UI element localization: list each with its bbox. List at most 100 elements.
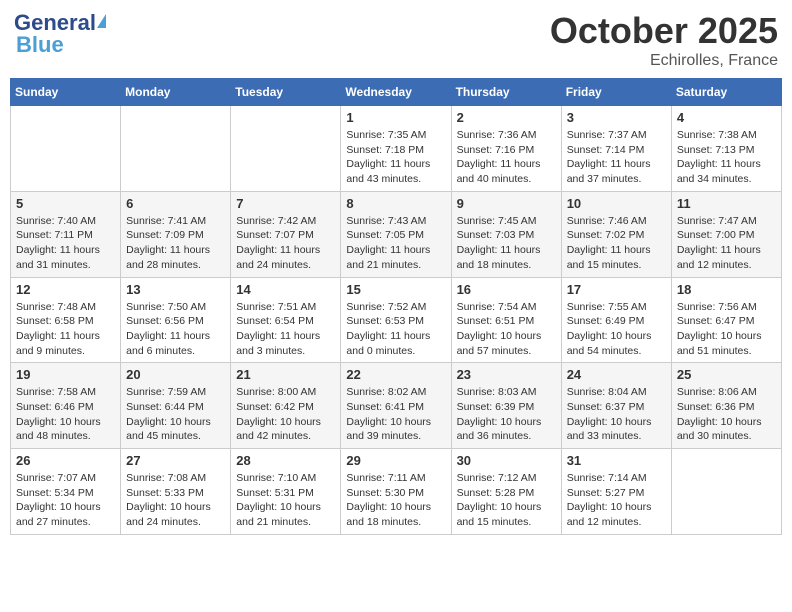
day-number: 21 xyxy=(236,367,335,382)
day-number: 5 xyxy=(16,196,115,211)
day-info: Sunrise: 7:37 AMSunset: 7:14 PMDaylight:… xyxy=(567,128,666,187)
day-info: Sunrise: 7:38 AMSunset: 7:13 PMDaylight:… xyxy=(677,128,776,187)
day-info: Sunrise: 7:48 AMSunset: 6:58 PMDaylight:… xyxy=(16,300,115,359)
calendar-cell: 30Sunrise: 7:12 AMSunset: 5:28 PMDayligh… xyxy=(451,449,561,535)
calendar-week-1: 1 Sunrise: 7:35 AMSunset: 7:18 PMDaylight… xyxy=(11,106,782,192)
calendar-table: Sunday Monday Tuesday Wednesday Thursday… xyxy=(10,78,782,535)
day-number: 29 xyxy=(346,453,445,468)
calendar-header-row: Sunday Monday Tuesday Wednesday Thursday… xyxy=(11,79,782,106)
calendar-cell: 16Sunrise: 7:54 AMSunset: 6:51 PMDayligh… xyxy=(451,277,561,363)
calendar-cell: 11 Sunrise: 7:47 AMSunset: 7:00 PMDayligh… xyxy=(671,191,781,277)
calendar-cell: 1 Sunrise: 7:35 AMSunset: 7:18 PMDaylight… xyxy=(341,106,451,192)
calendar-cell: 9 Sunrise: 7:45 AMSunset: 7:03 PMDaylight… xyxy=(451,191,561,277)
day-number: 19 xyxy=(16,367,115,382)
calendar-cell: 2 Sunrise: 7:36 AMSunset: 7:16 PMDaylight… xyxy=(451,106,561,192)
day-number: 28 xyxy=(236,453,335,468)
calendar-cell: 23Sunrise: 8:03 AMSunset: 6:39 PMDayligh… xyxy=(451,363,561,449)
day-info: Sunrise: 7:14 AMSunset: 5:27 PMDaylight:… xyxy=(567,471,666,530)
calendar-cell: 19 Sunrise: 7:58 AMSunset: 6:46 PMDayligh… xyxy=(11,363,121,449)
location-subtitle: Echirolles, France xyxy=(550,52,778,70)
day-info: Sunrise: 7:11 AMSunset: 5:30 PMDaylight:… xyxy=(346,471,445,530)
day-info: Sunrise: 7:55 AMSunset: 6:49 PMDaylight:… xyxy=(567,300,666,359)
day-number: 27 xyxy=(126,453,225,468)
day-number: 3 xyxy=(567,110,666,125)
calendar-cell xyxy=(671,449,781,535)
day-info: Sunrise: 8:00 AMSunset: 6:42 PMDaylight:… xyxy=(236,385,335,444)
day-number: 15 xyxy=(346,282,445,297)
day-info: Sunrise: 7:52 AMSunset: 6:53 PMDaylight:… xyxy=(346,300,445,359)
day-number: 22 xyxy=(346,367,445,382)
day-info: Sunrise: 8:06 AMSunset: 6:36 PMDaylight:… xyxy=(677,385,776,444)
calendar-cell xyxy=(231,106,341,192)
calendar-cell: 5Sunrise: 7:40 AMSunset: 7:11 PMDaylight… xyxy=(11,191,121,277)
day-number: 30 xyxy=(457,453,556,468)
col-sunday: Sunday xyxy=(11,79,121,106)
col-monday: Monday xyxy=(121,79,231,106)
calendar-week-5: 26 Sunrise: 7:07 AMSunset: 5:34 PMDayligh… xyxy=(11,449,782,535)
day-info: Sunrise: 7:47 AMSunset: 7:00 PMDaylight:… xyxy=(677,214,776,273)
calendar-cell: 22Sunrise: 8:02 AMSunset: 6:41 PMDayligh… xyxy=(341,363,451,449)
calendar-cell: 15 Sunrise: 7:52 AMSunset: 6:53 PMDayligh… xyxy=(341,277,451,363)
calendar-cell: 7 Sunrise: 7:42 AMSunset: 7:07 PMDaylight… xyxy=(231,191,341,277)
calendar-cell: 24 Sunrise: 8:04 AMSunset: 6:37 PMDayligh… xyxy=(561,363,671,449)
calendar-cell: 4 Sunrise: 7:38 AMSunset: 7:13 PMDaylight… xyxy=(671,106,781,192)
calendar-cell: 17 Sunrise: 7:55 AMSunset: 6:49 PMDayligh… xyxy=(561,277,671,363)
calendar-cell: 8 Sunrise: 7:43 AMSunset: 7:05 PMDaylight… xyxy=(341,191,451,277)
day-info: Sunrise: 7:08 AMSunset: 5:33 PMDaylight:… xyxy=(126,471,225,530)
day-number: 26 xyxy=(16,453,115,468)
day-info: Sunrise: 7:41 AMSunset: 7:09 PMDaylight:… xyxy=(126,214,225,273)
calendar-cell xyxy=(11,106,121,192)
day-info: Sunrise: 7:35 AMSunset: 7:18 PMDaylight:… xyxy=(346,128,445,187)
calendar-cell: 13Sunrise: 7:50 AMSunset: 6:56 PMDayligh… xyxy=(121,277,231,363)
month-year-title: October 2025 xyxy=(550,10,778,52)
day-number: 13 xyxy=(126,282,225,297)
col-wednesday: Wednesday xyxy=(341,79,451,106)
day-number: 17 xyxy=(567,282,666,297)
calendar-cell: 31Sunrise: 7:14 AMSunset: 5:27 PMDayligh… xyxy=(561,449,671,535)
calendar-cell: 10 Sunrise: 7:46 AMSunset: 7:02 PMDayligh… xyxy=(561,191,671,277)
col-thursday: Thursday xyxy=(451,79,561,106)
calendar-cell: 27 Sunrise: 7:08 AMSunset: 5:33 PMDayligh… xyxy=(121,449,231,535)
day-info: Sunrise: 7:07 AMSunset: 5:34 PMDaylight:… xyxy=(16,471,115,530)
day-number: 25 xyxy=(677,367,776,382)
col-tuesday: Tuesday xyxy=(231,79,341,106)
day-number: 6 xyxy=(126,196,225,211)
day-info: Sunrise: 7:59 AMSunset: 6:44 PMDaylight:… xyxy=(126,385,225,444)
day-info: Sunrise: 7:36 AMSunset: 7:16 PMDaylight:… xyxy=(457,128,556,187)
calendar-cell: 12Sunrise: 7:48 AMSunset: 6:58 PMDayligh… xyxy=(11,277,121,363)
logo-blue: Blue xyxy=(14,32,64,58)
calendar-cell: 3 Sunrise: 7:37 AMSunset: 7:14 PMDaylight… xyxy=(561,106,671,192)
day-number: 11 xyxy=(677,196,776,211)
calendar-week-4: 19 Sunrise: 7:58 AMSunset: 6:46 PMDayligh… xyxy=(11,363,782,449)
calendar-cell: 6 Sunrise: 7:41 AMSunset: 7:09 PMDaylight… xyxy=(121,191,231,277)
day-number: 10 xyxy=(567,196,666,211)
day-info: Sunrise: 7:10 AMSunset: 5:31 PMDaylight:… xyxy=(236,471,335,530)
day-info: Sunrise: 7:43 AMSunset: 7:05 PMDaylight:… xyxy=(346,214,445,273)
day-info: Sunrise: 8:03 AMSunset: 6:39 PMDaylight:… xyxy=(457,385,556,444)
day-number: 18 xyxy=(677,282,776,297)
day-number: 9 xyxy=(457,196,556,211)
logo-triangle-icon xyxy=(97,14,106,28)
day-info: Sunrise: 7:45 AMSunset: 7:03 PMDaylight:… xyxy=(457,214,556,273)
day-info: Sunrise: 8:04 AMSunset: 6:37 PMDaylight:… xyxy=(567,385,666,444)
day-number: 14 xyxy=(236,282,335,297)
day-number: 20 xyxy=(126,367,225,382)
day-number: 24 xyxy=(567,367,666,382)
day-info: Sunrise: 7:51 AMSunset: 6:54 PMDaylight:… xyxy=(236,300,335,359)
day-info: Sunrise: 7:46 AMSunset: 7:02 PMDaylight:… xyxy=(567,214,666,273)
month-title-block: October 2025 Echirolles, France xyxy=(550,10,778,70)
calendar-cell: 28 Sunrise: 7:10 AMSunset: 5:31 PMDayligh… xyxy=(231,449,341,535)
day-number: 1 xyxy=(346,110,445,125)
day-number: 4 xyxy=(677,110,776,125)
calendar-cell xyxy=(121,106,231,192)
day-info: Sunrise: 7:58 AMSunset: 6:46 PMDaylight:… xyxy=(16,385,115,444)
day-number: 2 xyxy=(457,110,556,125)
calendar-cell: 26 Sunrise: 7:07 AMSunset: 5:34 PMDayligh… xyxy=(11,449,121,535)
calendar-cell: 14 Sunrise: 7:51 AMSunset: 6:54 PMDayligh… xyxy=(231,277,341,363)
calendar-cell: 20 Sunrise: 7:59 AMSunset: 6:44 PMDayligh… xyxy=(121,363,231,449)
day-info: Sunrise: 7:54 AMSunset: 6:51 PMDaylight:… xyxy=(457,300,556,359)
day-number: 7 xyxy=(236,196,335,211)
day-info: Sunrise: 7:42 AMSunset: 7:07 PMDaylight:… xyxy=(236,214,335,273)
day-number: 8 xyxy=(346,196,445,211)
calendar-cell: 18Sunrise: 7:56 AMSunset: 6:47 PMDayligh… xyxy=(671,277,781,363)
